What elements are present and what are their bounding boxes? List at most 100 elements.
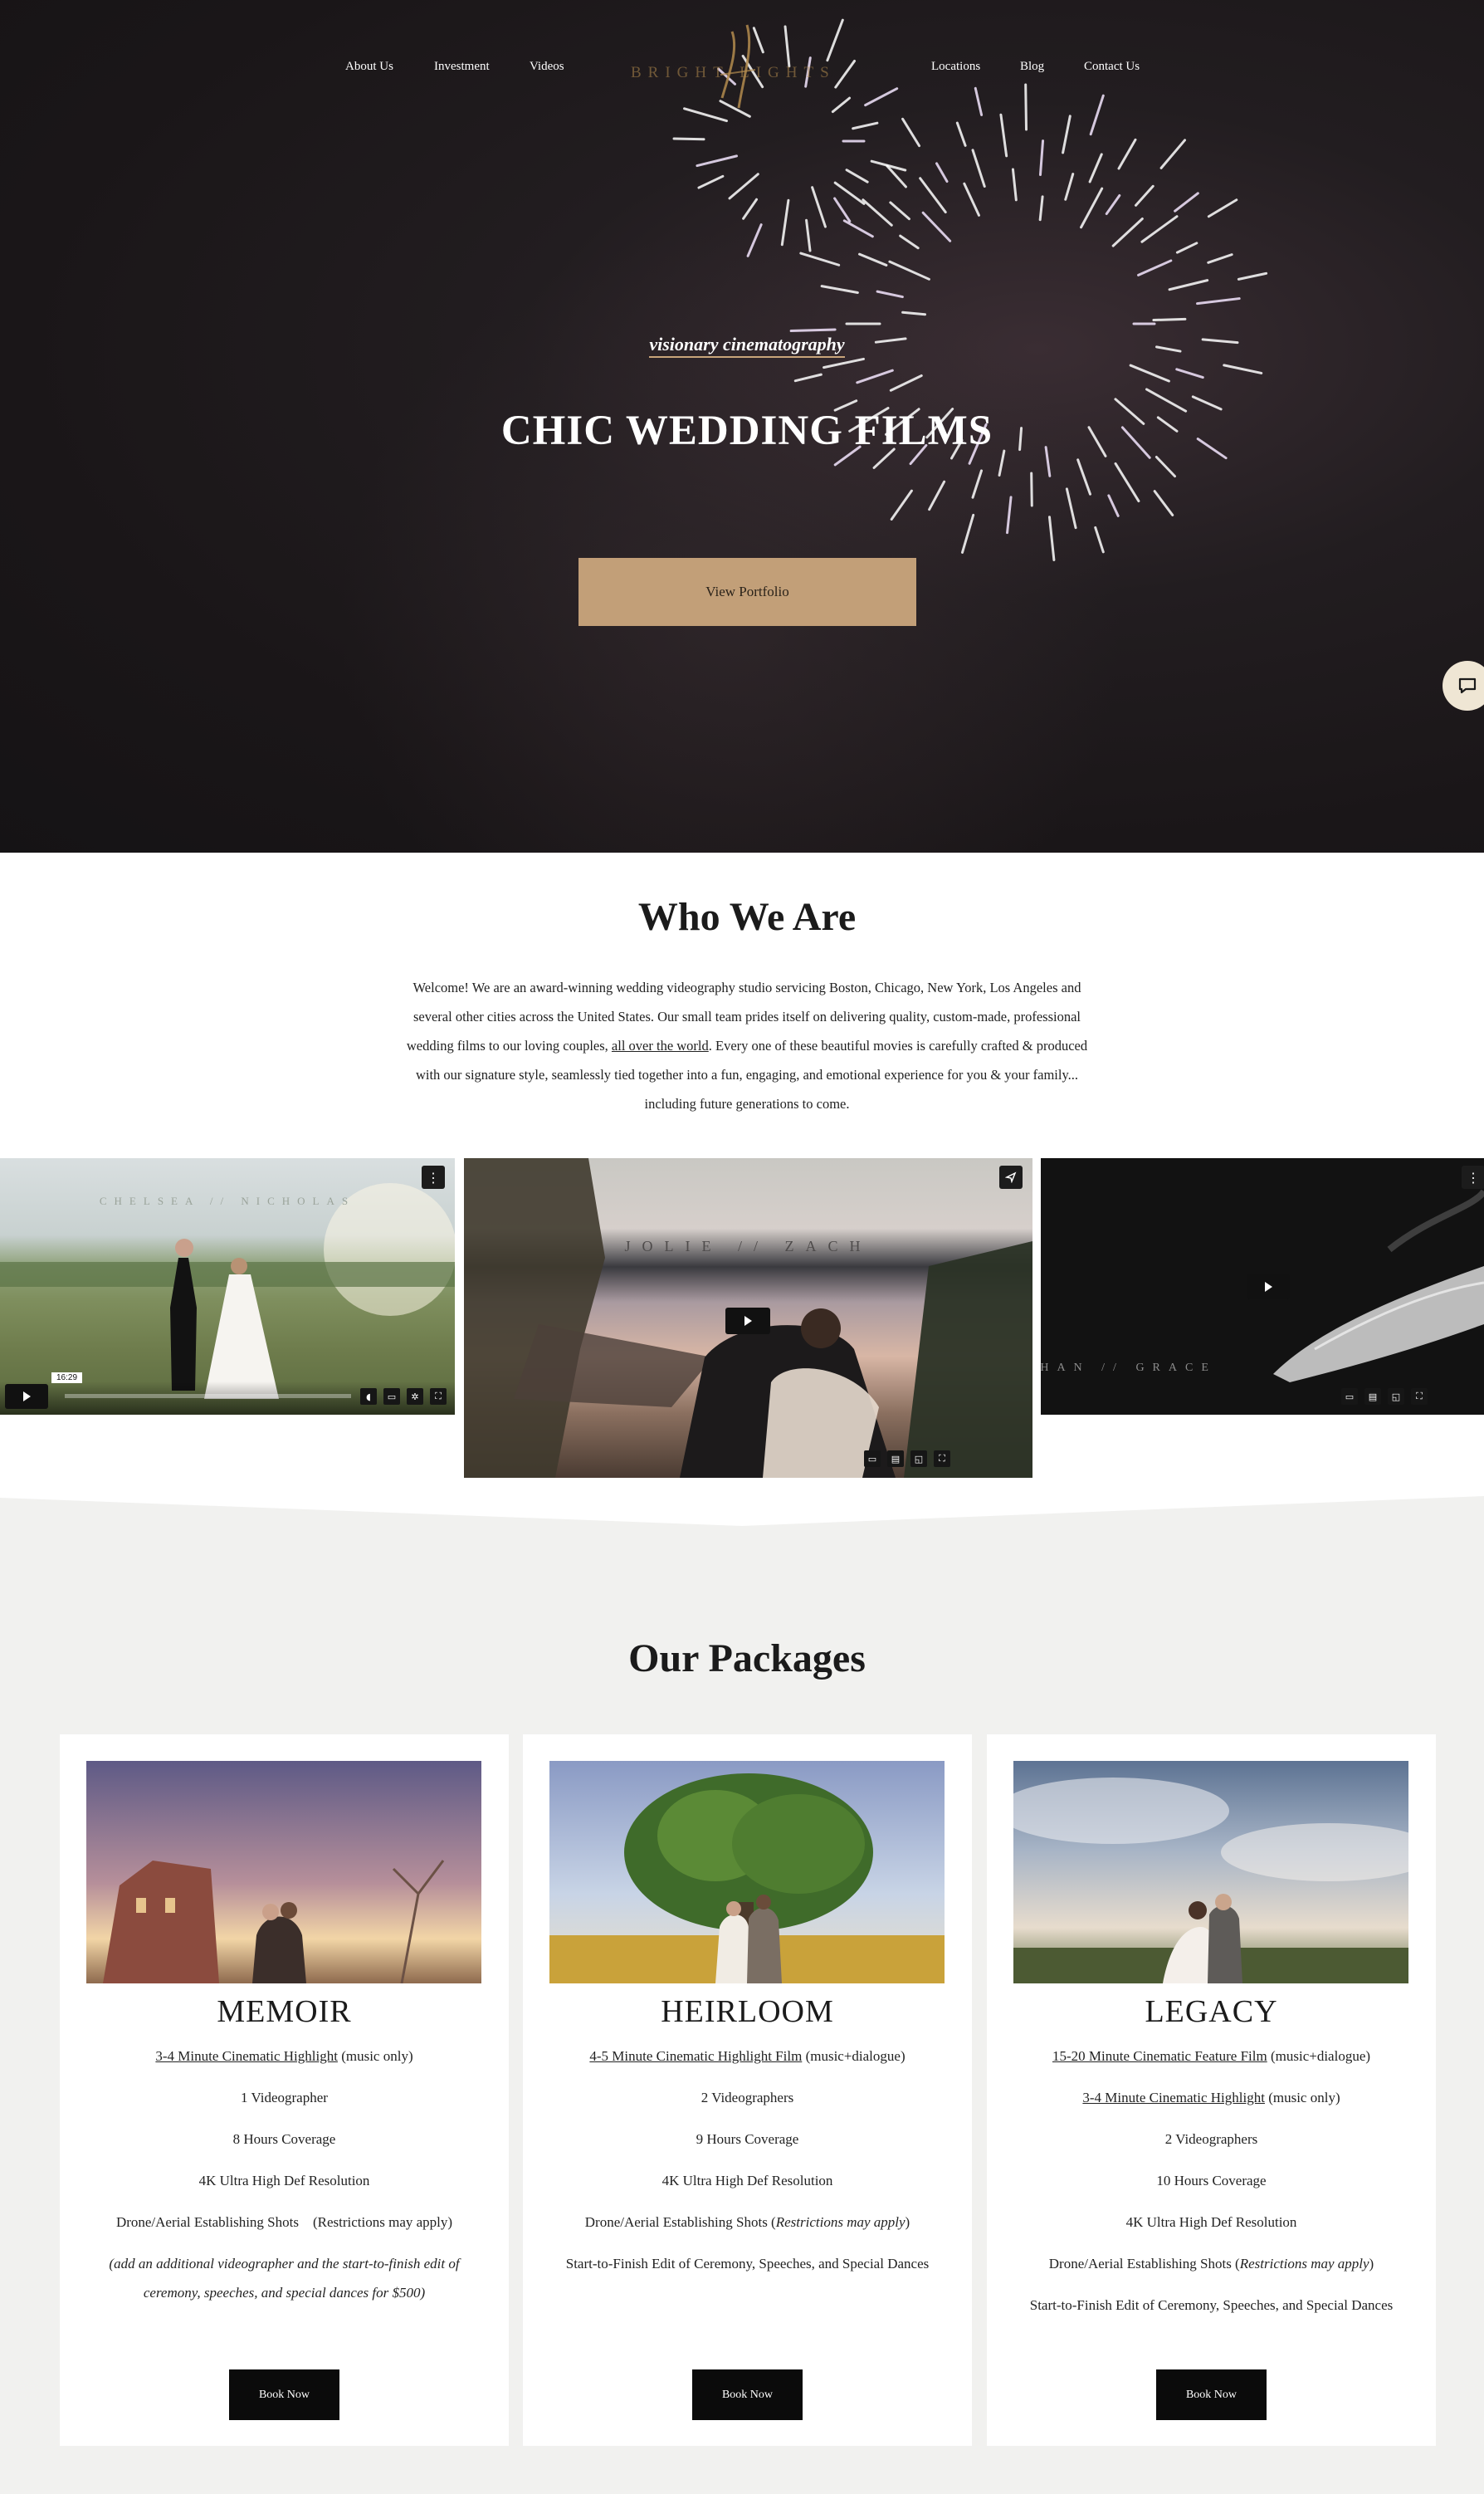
firework-spark [1153, 490, 1174, 516]
fullscreen-icon[interactable]: ⛶ [1411, 1388, 1428, 1405]
firework-spark [1223, 364, 1263, 374]
firework-spark [1196, 297, 1241, 306]
firework-spark [1207, 198, 1238, 218]
firework-spark [999, 113, 1008, 158]
video-player-jolie-zach[interactable]: JOLIE // ZACH ▭ ▤ ◱ ⛶ [464, 1158, 1032, 1478]
fullscreen-icon[interactable]: ⛶ [934, 1450, 950, 1467]
package-name: LEGACY [1145, 1994, 1278, 2029]
video-play-button[interactable] [725, 1308, 770, 1334]
video-share-button[interactable] [999, 1166, 1023, 1189]
package-name: HEIRLOOM [661, 1994, 834, 2029]
firework-spark [890, 489, 913, 521]
firework-spark [1062, 115, 1072, 154]
video-menu-button[interactable]: ⋮ [1462, 1166, 1484, 1189]
highlight-film-link[interactable]: 4-5 Minute Cinematic Highlight Film [589, 2048, 802, 2064]
all-over-the-world-link[interactable]: all over the world [612, 1038, 709, 1054]
view-portfolio-button[interactable]: View Portfolio [578, 558, 916, 626]
firework-spark [780, 198, 790, 247]
play-icon [1265, 1282, 1272, 1292]
video-play-button[interactable] [5, 1384, 48, 1409]
captions-icon[interactable]: ▭ [864, 1450, 881, 1467]
firework-spark [889, 374, 923, 392]
firework-spark [742, 198, 759, 220]
firework-spark [789, 328, 837, 333]
video-play-button[interactable] [1247, 1274, 1290, 1299]
package-feature: 3-4 Minute Cinematic Highlight (music on… [1082, 2090, 1340, 2105]
firework-spark [901, 117, 921, 148]
firework-spark [1129, 364, 1170, 383]
package-feature: Drone/Aerial Establishing Shots (Restric… [1048, 2256, 1374, 2271]
book-now-button[interactable]: Book Now [692, 2369, 803, 2420]
firework-spark [1111, 217, 1144, 247]
video-menu-button[interactable]: ⋮ [422, 1166, 445, 1189]
hero-title: CHIC WEDDING FILMS [500, 408, 993, 454]
package-image-heirloom [549, 1761, 945, 1983]
firework-spark [1089, 94, 1105, 136]
brand-logo[interactable]: BRIGHT LIGHTS [622, 17, 871, 125]
firework-spark [963, 182, 980, 217]
firework-spark [1207, 253, 1233, 264]
packages-title: Our Packages [628, 1636, 866, 1680]
firework-spark [971, 469, 984, 499]
firework-spark [1237, 271, 1268, 281]
package-feature: 9 Hours Coverage [696, 2131, 799, 2147]
firework-spark [1134, 184, 1154, 207]
nav-contact-us[interactable]: Contact Us [1084, 60, 1140, 74]
book-now-button[interactable]: Book Now [229, 2369, 339, 2420]
package-feature: 4K Ultra High Def Resolution [1125, 2214, 1297, 2230]
firework-spark [856, 369, 894, 384]
video-progress-bar[interactable] [65, 1394, 351, 1398]
firework-spark [862, 198, 893, 227]
fullscreen-icon[interactable]: ⛶ [430, 1388, 447, 1405]
firework-spark [728, 173, 759, 200]
package-feature: 15-20 Minute Cinematic Feature Film (mus… [1052, 2048, 1371, 2064]
package-feature: Start-to-Finish Edit of Ceremony, Speech… [565, 2256, 930, 2271]
transcript-icon[interactable]: ▤ [1364, 1388, 1381, 1405]
video-control-icons: ▭ ▤ ◱ ⛶ [864, 1450, 950, 1467]
package-feature: 2 Videographers [701, 2090, 794, 2105]
volume-icon[interactable]: ◖ [360, 1388, 377, 1405]
firework-spark [1038, 195, 1044, 222]
firework-spark [960, 513, 975, 554]
pip-icon[interactable]: ◱ [910, 1450, 927, 1467]
captions-icon[interactable]: ▭ [383, 1388, 400, 1405]
feature-film-link[interactable]: 15-20 Minute Cinematic Feature Film [1052, 2048, 1267, 2064]
firework-spark [1076, 458, 1092, 496]
firework-spark [889, 201, 910, 221]
hero-tagline: visionary cinematography [0, 334, 1484, 358]
package-card-memoir: MEMOIR 3-4 Minute Cinematic Highlight (m… [60, 1734, 509, 2446]
video-player-chelsea-nicholas[interactable]: CHELSEA // NICHOLAS ⋮ 16:29 ◖ ▭ ✲ ⛶ [0, 1158, 455, 1415]
play-icon [23, 1391, 31, 1401]
firework-spark [1168, 279, 1209, 291]
firework-spark [833, 197, 852, 223]
package-feature: 4-5 Minute Cinematic Highlight Film (mus… [589, 2048, 906, 2064]
firework-spark [1159, 139, 1187, 169]
package-image-memoir [86, 1761, 481, 1983]
nav-videos[interactable]: Videos [530, 60, 564, 74]
video-player-nathan-grace[interactable]: NATHAN // GRACE ⋮ ▭ ▤ ◱ ⛶ [1041, 1158, 1484, 1415]
transcript-icon[interactable]: ▤ [887, 1450, 904, 1467]
book-now-button[interactable]: Book Now [1156, 2369, 1267, 2420]
firework-spark [928, 480, 946, 511]
nav-blog[interactable]: Blog [1020, 60, 1044, 74]
highlight-film-link[interactable]: 3-4 Minute Cinematic Highlight [1082, 2090, 1265, 2105]
firework-spark [899, 234, 920, 250]
hero-section: About Us Investment Videos Locations Blo… [0, 0, 1484, 853]
nav-investment[interactable]: Investment [434, 60, 490, 74]
who-we-are-text: Welcome! We are an award-winning wedding… [406, 980, 1088, 1112]
captions-icon[interactable]: ▭ [1341, 1388, 1358, 1405]
settings-icon[interactable]: ✲ [407, 1388, 423, 1405]
firework-spark [1117, 138, 1137, 170]
firework-spark [1047, 516, 1056, 561]
nav-locations[interactable]: Locations [931, 60, 980, 74]
nav-about-us[interactable]: About Us [345, 60, 393, 74]
firework-spark [1175, 368, 1204, 379]
firework-spark [842, 219, 874, 238]
pip-icon[interactable]: ◱ [1388, 1388, 1404, 1405]
section-divider [0, 1494, 1484, 1526]
package-feature: 1 Videographer [241, 2090, 328, 2105]
firework-spark [696, 154, 739, 168]
firework-spark [876, 290, 904, 299]
highlight-film-link[interactable]: 3-4 Minute Cinematic Highlight [155, 2048, 338, 2064]
firework-spark [1038, 139, 1045, 177]
